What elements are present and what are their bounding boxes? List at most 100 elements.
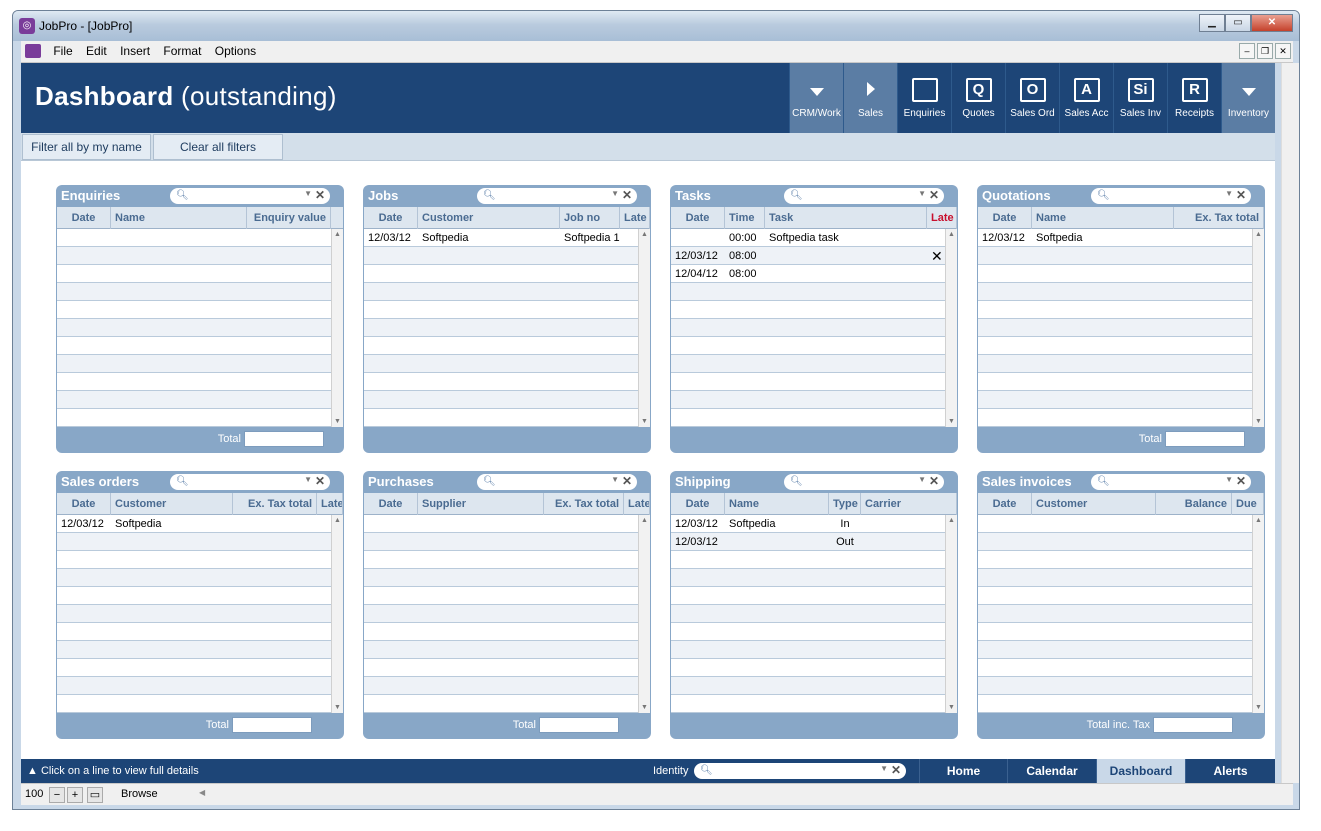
column-header[interactable]: Date <box>57 207 111 229</box>
table-row[interactable] <box>364 659 638 677</box>
table-row[interactable] <box>671 355 945 373</box>
table-row[interactable] <box>57 605 331 623</box>
column-header[interactable]: Date <box>671 207 725 229</box>
panel-search-input[interactable]: 🔍︎ ▼ ✕ <box>1091 188 1251 204</box>
column-header[interactable]: Date <box>978 207 1032 229</box>
table-row[interactable] <box>978 695 1252 713</box>
panel-search-input[interactable]: 🔍︎ ▼ ✕ <box>170 188 330 204</box>
scroll-up-icon[interactable]: ▲ <box>641 231 648 238</box>
scroll-down-icon[interactable]: ▼ <box>1255 418 1262 425</box>
tab-calendar[interactable]: Calendar <box>1007 759 1096 783</box>
table-row[interactable] <box>364 641 638 659</box>
table-row[interactable] <box>57 533 331 551</box>
table-row[interactable] <box>364 301 638 319</box>
dropdown-icon[interactable]: ▼ <box>304 189 312 198</box>
table-row[interactable]: 12/03/12 Softpedia In <box>671 515 945 533</box>
table-row[interactable] <box>671 623 945 641</box>
table-row[interactable] <box>364 605 638 623</box>
table-row[interactable] <box>364 695 638 713</box>
column-header[interactable]: Type <box>829 493 861 515</box>
clear-filters-button[interactable]: Clear all filters <box>153 134 283 160</box>
column-header[interactable]: Ex. Tax total <box>1174 207 1264 229</box>
panel-search-input[interactable]: 🔍︎ ▼ ✕ <box>477 188 637 204</box>
dropdown-icon[interactable]: ▼ <box>918 189 926 198</box>
table-row[interactable] <box>978 265 1252 283</box>
table-row[interactable] <box>671 641 945 659</box>
column-header[interactable]: Name <box>1032 207 1174 229</box>
table-row[interactable] <box>364 319 638 337</box>
table-row[interactable] <box>978 533 1252 551</box>
column-header[interactable]: Date <box>364 207 418 229</box>
table-row[interactable] <box>57 659 331 677</box>
table-row[interactable] <box>978 677 1252 695</box>
table-row[interactable] <box>57 355 331 373</box>
column-header[interactable]: Late <box>624 493 650 515</box>
table-row[interactable] <box>57 229 331 247</box>
dropdown-icon[interactable]: ▼ <box>304 475 312 484</box>
window-scrollbar[interactable] <box>1281 63 1299 783</box>
zoom-in-icon[interactable]: + <box>67 787 83 803</box>
table-row[interactable] <box>57 265 331 283</box>
table-row[interactable] <box>364 515 638 533</box>
column-header[interactable]: Customer <box>111 493 233 515</box>
table-row[interactable] <box>978 355 1252 373</box>
table-row[interactable] <box>364 587 638 605</box>
identity-search[interactable]: 🔍︎ ▼ ✕ <box>694 763 906 779</box>
nav-sales-acc[interactable]: A Sales Acc <box>1059 63 1113 133</box>
nav-inventory[interactable]: Inventory <box>1221 63 1275 133</box>
panel-scrollbar[interactable]: ▲ ▼ <box>638 229 650 427</box>
maximize-button[interactable]: ▭ <box>1225 14 1251 32</box>
table-row[interactable] <box>978 301 1252 319</box>
dropdown-icon[interactable]: ▼ <box>1225 189 1233 198</box>
nav-crm-work[interactable]: CRM/Work <box>789 63 843 133</box>
menu-insert[interactable]: Insert <box>115 41 155 61</box>
table-row[interactable] <box>978 409 1252 427</box>
column-header[interactable]: Date <box>364 493 418 515</box>
panel-search-input[interactable]: 🔍︎ ▼ ✕ <box>477 474 637 490</box>
table-row[interactable] <box>978 247 1252 265</box>
scroll-up-icon[interactable]: ▲ <box>1255 517 1262 524</box>
table-row[interactable] <box>57 623 331 641</box>
table-row[interactable] <box>978 569 1252 587</box>
layout-icon[interactable]: ▭ <box>87 787 103 803</box>
table-row[interactable] <box>671 587 945 605</box>
table-row[interactable] <box>978 623 1252 641</box>
scroll-down-icon[interactable]: ▼ <box>641 418 648 425</box>
close-button[interactable]: ✕ <box>1251 14 1293 32</box>
table-row[interactable] <box>364 355 638 373</box>
dropdown-icon[interactable]: ▼ <box>611 475 619 484</box>
clear-icon[interactable]: ✕ <box>622 188 632 202</box>
column-header[interactable]: Date <box>978 493 1032 515</box>
clear-icon[interactable]: ✕ <box>929 188 939 202</box>
scroll-up-icon[interactable]: ▲ <box>641 517 648 524</box>
column-header[interactable]: Job no <box>560 207 620 229</box>
clear-icon[interactable]: ✕ <box>622 474 632 488</box>
column-header[interactable]: Customer <box>1032 493 1156 515</box>
table-row[interactable] <box>364 337 638 355</box>
table-row[interactable]: 12/03/12 Softpedia Softpedia 1 <box>364 229 638 247</box>
table-row[interactable] <box>671 659 945 677</box>
table-row[interactable] <box>671 337 945 355</box>
table-row[interactable] <box>978 283 1252 301</box>
panel-scrollbar[interactable]: ▲ ▼ <box>331 515 343 713</box>
table-row[interactable] <box>978 373 1252 391</box>
table-row[interactable] <box>978 587 1252 605</box>
table-row[interactable] <box>57 695 331 713</box>
horizontal-scrollbar[interactable]: ◀ <box>199 788 1279 802</box>
table-row[interactable] <box>671 605 945 623</box>
clear-icon[interactable]: ✕ <box>891 763 901 777</box>
tab-home[interactable]: Home <box>919 759 1007 783</box>
panel-search-input[interactable]: 🔍︎ ▼ ✕ <box>784 474 944 490</box>
panel-search-input[interactable]: 🔍︎ ▼ ✕ <box>784 188 944 204</box>
mdi-close-button[interactable]: ✕ <box>1275 43 1291 59</box>
zoom-out-icon[interactable]: − <box>49 787 65 803</box>
table-row[interactable] <box>364 247 638 265</box>
table-row[interactable]: 12/04/12 08:00 <box>671 265 945 283</box>
clear-icon[interactable]: ✕ <box>1236 474 1246 488</box>
table-row[interactable] <box>978 515 1252 533</box>
column-header[interactable]: Date <box>671 493 725 515</box>
menu-edit[interactable]: Edit <box>81 41 112 61</box>
table-row[interactable]: 12/03/12 Softpedia <box>978 229 1252 247</box>
menu-options[interactable]: Options <box>210 41 261 61</box>
table-row[interactable] <box>364 283 638 301</box>
